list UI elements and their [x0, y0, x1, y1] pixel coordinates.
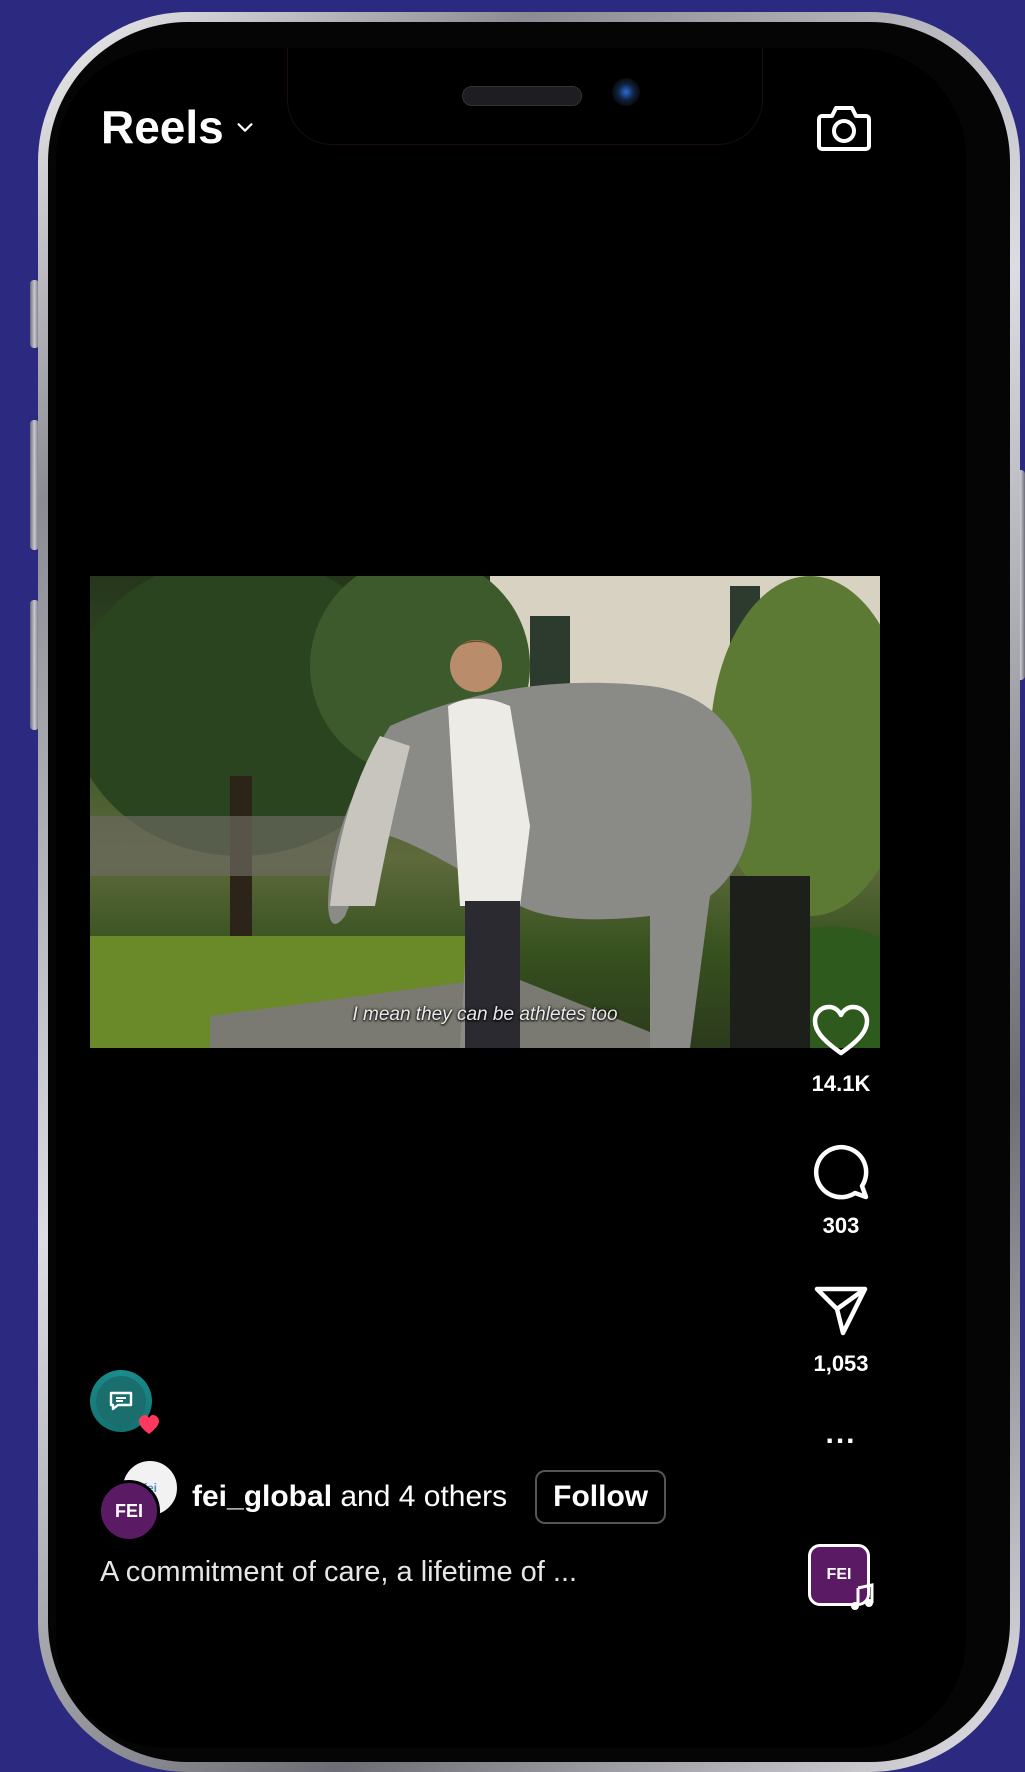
heart-badge-icon	[139, 1415, 159, 1434]
camera-icon[interactable]	[816, 102, 872, 152]
more-icon[interactable]: ...	[825, 1417, 856, 1451]
comment-action[interactable]: 303	[796, 1141, 886, 1239]
collab-bubble[interactable]	[90, 1370, 159, 1434]
comment-icon[interactable]	[811, 1141, 871, 1201]
front-camera	[612, 78, 640, 106]
chevron-down-icon	[237, 123, 253, 132]
notch	[288, 48, 762, 144]
like-count: 14.1K	[811, 1071, 871, 1096]
like-action[interactable]: 14.1K	[796, 1003, 886, 1097]
page-title: Reels	[101, 101, 224, 153]
comment-count: 303	[822, 1213, 860, 1238]
reels-title-dropdown[interactable]: Reels	[101, 100, 256, 154]
reel-actions: 14.1K 303 1,053 ...	[796, 1003, 886, 1451]
music-note-icon	[851, 1583, 874, 1610]
more-options[interactable]: ...	[796, 1417, 886, 1451]
author-row: fei FEI fei_global and 4 others Follow	[98, 1458, 667, 1542]
video-scene	[90, 576, 880, 1048]
avatar[interactable]: FEI	[98, 1480, 160, 1542]
author-avatars[interactable]: fei FEI	[98, 1458, 180, 1542]
author-name[interactable]: fei_global and 4 others	[192, 1480, 507, 1514]
reels-screen: Reels I mean they can be athletes too 14…	[56, 48, 966, 1748]
share-count: 1,053	[813, 1351, 869, 1376]
follow-button[interactable]: Follow	[535, 1470, 667, 1524]
author-username[interactable]: fei_global	[192, 1480, 332, 1513]
heart-icon[interactable]	[811, 1003, 871, 1059]
share-action[interactable]: 1,053	[796, 1283, 886, 1377]
earpiece-speaker	[462, 86, 582, 106]
reel-video[interactable]: I mean they can be athletes too	[90, 576, 880, 1048]
send-icon[interactable]	[811, 1283, 871, 1339]
video-subtitle: I mean they can be athletes too	[352, 1004, 618, 1025]
author-others[interactable]: and 4 others	[332, 1480, 507, 1513]
collab-ring	[90, 1370, 159, 1434]
reel-caption[interactable]: A commitment of care, a lifetime of ...	[100, 1556, 577, 1589]
